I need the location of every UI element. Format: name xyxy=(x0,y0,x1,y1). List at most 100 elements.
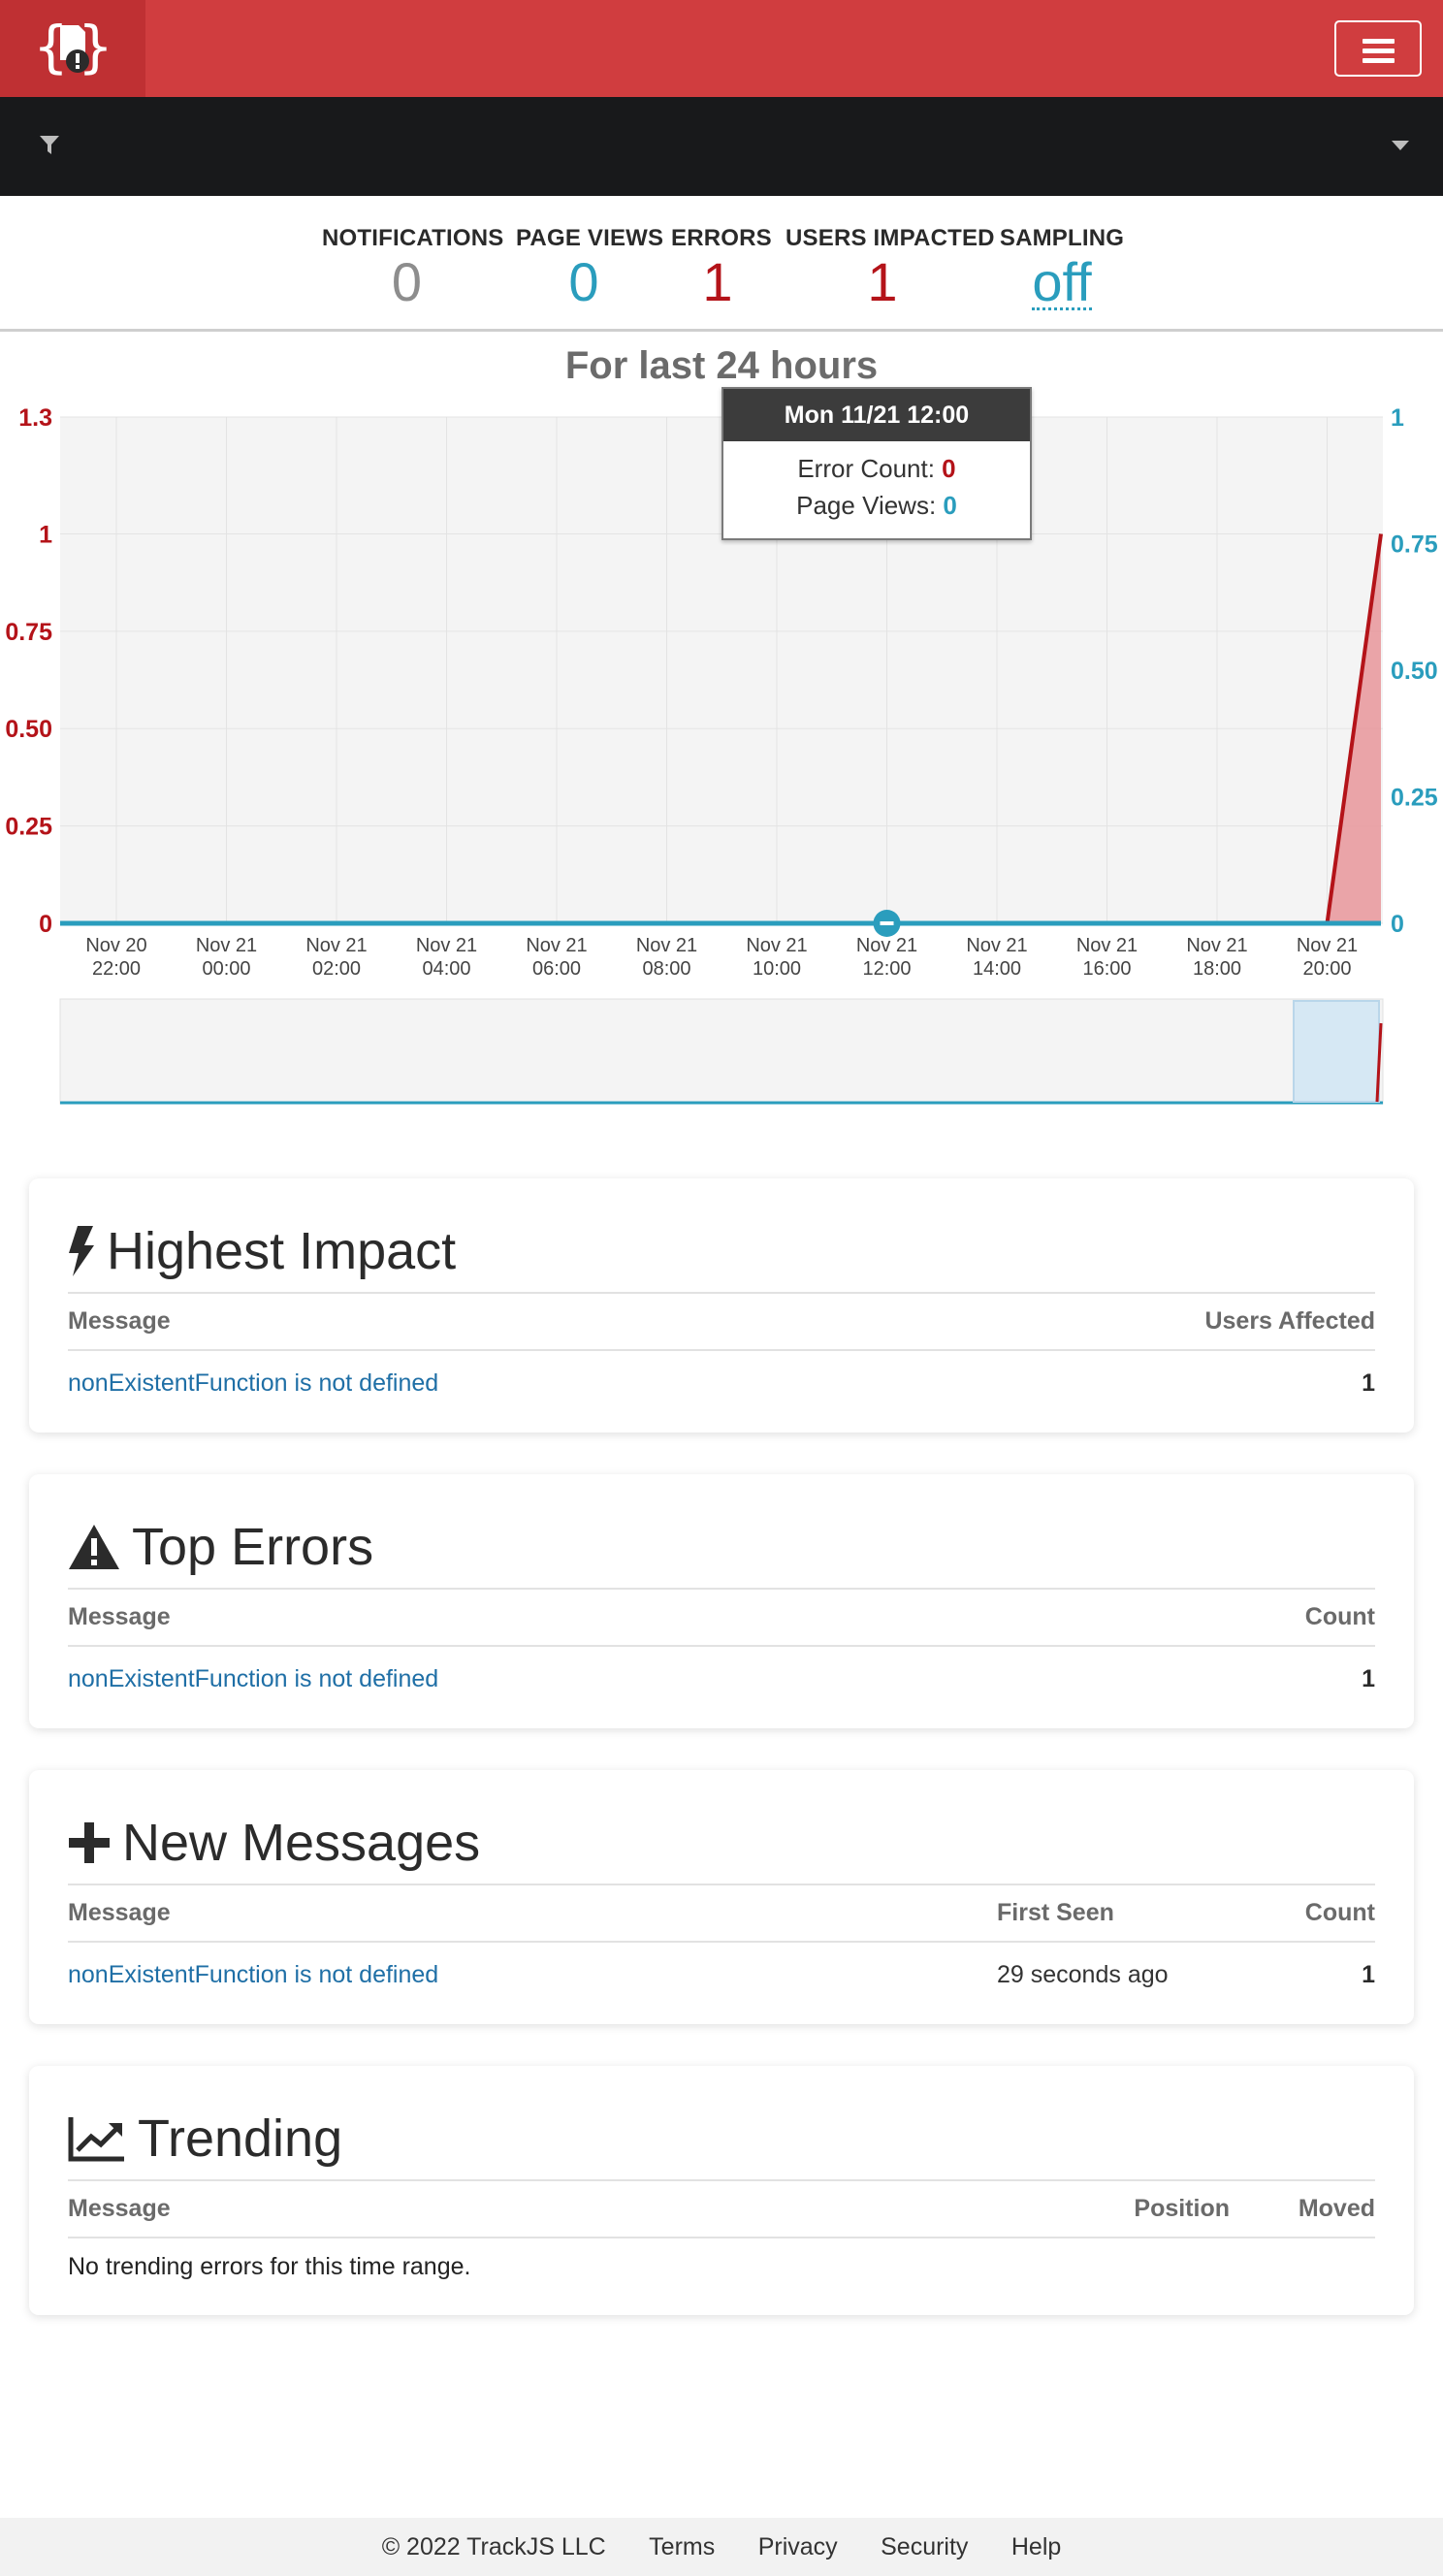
stat-notifications[interactable]: NOTIFICATIONS 0 xyxy=(322,225,503,312)
x-tick-label: Nov 21 xyxy=(1076,935,1138,956)
stat-users-impacted[interactable]: USERS IMPACTED 1 xyxy=(786,225,995,312)
error-message-link[interactable]: nonExistentFunction is not defined xyxy=(68,1369,438,1397)
x-tick-label: 12:00 xyxy=(862,958,911,980)
stat-label: SAMPLING xyxy=(999,225,1125,251)
x-tick-label: Nov 21 xyxy=(966,935,1027,956)
chart-title: For last 24 hours xyxy=(564,344,879,387)
x-tick-label: 06:00 xyxy=(532,958,581,980)
y-right-tick-label: 0.50 xyxy=(1391,658,1438,685)
trend-chart-icon xyxy=(68,2117,124,2162)
trending-card: Trending Message Position Moved No trend… xyxy=(29,2066,1414,2315)
column-header-message[interactable]: Message xyxy=(68,2179,1074,2238)
first-seen-value: 29 seconds ago xyxy=(997,1961,1169,1988)
bolt-icon xyxy=(69,1226,94,1276)
y-right-tick-label: 0.75 xyxy=(1391,531,1438,559)
highest-impact-table: Message Users Affected nonExistentFuncti… xyxy=(68,1292,1375,1416)
top-navbar: { } xyxy=(0,0,1443,97)
stat-value: 1 xyxy=(702,251,733,312)
sampling-toggle-link[interactable]: off xyxy=(1032,255,1092,310)
top-errors-card: Top Errors Message Count nonExistentFunc… xyxy=(29,1474,1414,1728)
table-row[interactable]: nonExistentFunction is not defined 1 xyxy=(68,1350,1375,1416)
column-header-message[interactable]: Message xyxy=(68,1292,964,1351)
caret-down-icon[interactable] xyxy=(1391,140,1410,151)
table-row[interactable]: nonExistentFunction is not defined 29 se… xyxy=(68,1942,1375,2008)
stat-label: USERS IMPACTED xyxy=(786,225,995,251)
y-left-tick-label: 0 xyxy=(39,911,52,938)
tooltip-views-label: Page Views: xyxy=(796,491,944,520)
new-messages-table: Message First Seen Count nonExistentFunc… xyxy=(68,1884,1375,2008)
table-header-row: Message First Seen Count xyxy=(68,1884,1375,1943)
column-header-moved[interactable]: Moved xyxy=(1230,2179,1375,2238)
column-header-message[interactable]: Message xyxy=(68,1884,997,1943)
x-tick-label: Nov 21 xyxy=(746,935,807,956)
column-header-first-seen[interactable]: First Seen xyxy=(997,1884,1210,1943)
stat-value: 1 xyxy=(867,251,898,312)
trackjs-logo-icon: { } xyxy=(34,14,112,80)
x-tick-label: 02:00 xyxy=(312,958,361,980)
stat-sampling[interactable]: SAMPLING off xyxy=(999,225,1125,310)
footer: © 2022 TrackJS LLC Terms Privacy Securit… xyxy=(0,2518,1443,2576)
y-left-tick-label: 0.25 xyxy=(5,814,52,841)
hamburger-icon xyxy=(1363,39,1395,44)
column-header-position[interactable]: Position xyxy=(1074,2179,1230,2238)
tooltip-title: Mon 11/21 12:00 xyxy=(723,389,1030,441)
navigator xyxy=(59,998,1384,1105)
x-tick-label: Nov 21 xyxy=(305,935,367,956)
x-tick-label: 18:00 xyxy=(1193,958,1241,980)
column-header-count[interactable]: Count xyxy=(1167,1588,1375,1647)
stat-value: 0 xyxy=(391,251,423,312)
x-tick-label: 04:00 xyxy=(422,958,470,980)
y-right-tick-label: 1 xyxy=(1391,404,1404,432)
footer-link-privacy[interactable]: Privacy xyxy=(758,2518,838,2576)
x-tick-label: 08:00 xyxy=(642,958,690,980)
x-tick-label: Nov 21 xyxy=(526,935,587,956)
chart-tooltip: Mon 11/21 12:00 Error Count: 0 Page View… xyxy=(722,387,1032,540)
x-tick-label: 16:00 xyxy=(1082,958,1131,980)
column-header-message[interactable]: Message xyxy=(68,1588,1168,1647)
copyright-text: © 2022 TrackJS LLC xyxy=(381,2533,606,2560)
footer-link-security[interactable]: Security xyxy=(881,2518,968,2576)
navigator-selection xyxy=(1293,1000,1380,1103)
filter-bar[interactable] xyxy=(0,97,1443,196)
card-title: Highest Impact xyxy=(107,1222,457,1280)
trending-table: Message Position Moved No trending error… xyxy=(68,2179,1375,2296)
stat-errors[interactable]: ERRORS 1 xyxy=(671,225,772,312)
highest-impact-card: Highest Impact Message Users Affected no… xyxy=(29,1178,1414,1433)
empty-state-text: No trending errors for this time range. xyxy=(68,2253,471,2280)
error-message-link[interactable]: nonExistentFunction is not defined xyxy=(68,1961,438,1988)
x-tick-label: Nov 21 xyxy=(636,935,697,956)
table-header-row: Message Position Moved xyxy=(68,2179,1375,2238)
table-row[interactable]: nonExistentFunction is not defined 1 xyxy=(68,1646,1375,1712)
card-title: Trending xyxy=(138,2109,343,2168)
footer-link-terms[interactable]: Terms xyxy=(649,2518,715,2576)
x-tick-label: 20:00 xyxy=(1302,958,1351,980)
x-tick-label: 22:00 xyxy=(92,958,141,980)
tooltip-error-value: 0 xyxy=(942,454,956,483)
x-tick-label: Nov 21 xyxy=(1297,935,1358,956)
stat-page-views[interactable]: PAGE VIEWS 0 xyxy=(516,225,663,310)
table-row: No trending errors for this time range. xyxy=(68,2238,1375,2296)
summary-stats: NOTIFICATIONS 0 PAGE VIEWS 0 ERRORS 1 US… xyxy=(0,196,1443,332)
error-message-link[interactable]: nonExistentFunction is not defined xyxy=(68,1665,438,1692)
y-left-tick-label: 1 xyxy=(39,521,52,548)
warning-icon xyxy=(69,1525,119,1569)
x-tick-label: 10:00 xyxy=(753,958,801,980)
y-left-tick-label: 0.75 xyxy=(5,619,52,646)
x-tick-label: Nov 21 xyxy=(196,935,257,956)
menu-toggle-button[interactable] xyxy=(1334,20,1422,77)
x-tick-label: Nov 21 xyxy=(1186,935,1247,956)
tooltip-views-value: 0 xyxy=(943,491,957,520)
y-right-tick-label: 0.25 xyxy=(1391,785,1438,812)
footer-link-help[interactable]: Help xyxy=(1011,2518,1061,2576)
stat-label: ERRORS xyxy=(671,225,772,251)
hover-marker-bar xyxy=(880,921,894,925)
column-header-count[interactable]: Count xyxy=(1210,1884,1375,1943)
column-header-users-affected[interactable]: Users Affected xyxy=(963,1292,1375,1351)
trackjs-logo[interactable]: { } xyxy=(0,0,145,97)
x-tick-label: Nov 21 xyxy=(856,935,917,956)
filter-icon[interactable] xyxy=(39,134,60,157)
count-value: 1 xyxy=(1362,1961,1375,1988)
count-value: 1 xyxy=(1362,1665,1375,1692)
card-title: Top Errors xyxy=(132,1518,374,1576)
x-tick-label: 00:00 xyxy=(202,958,250,980)
